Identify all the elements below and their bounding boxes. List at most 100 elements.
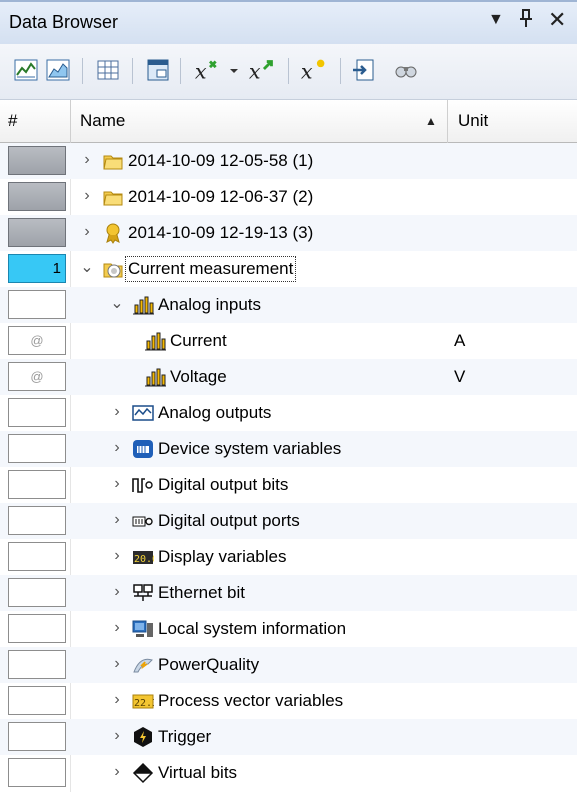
expand-chevron-icon[interactable]: › bbox=[110, 763, 124, 781]
tree-row[interactable]: › 22.3 Process vector variables bbox=[0, 683, 577, 719]
expand-chevron-icon[interactable]: › bbox=[80, 223, 94, 241]
row-number-cell[interactable] bbox=[8, 578, 66, 607]
row-number-cell[interactable] bbox=[8, 686, 66, 715]
row-number-cell[interactable] bbox=[8, 650, 66, 679]
tree-item-label[interactable]: Voltage bbox=[170, 367, 227, 387]
tree-row[interactable]: › Virtual bits bbox=[0, 755, 577, 791]
row-number-cell[interactable] bbox=[8, 434, 66, 463]
tree-row[interactable]: › 2014-10-09 12-06-37 (2) bbox=[0, 179, 577, 215]
toolbar-separator bbox=[288, 58, 289, 84]
tree-item-label[interactable]: Process vector variables bbox=[158, 691, 343, 711]
row-number-cell[interactable] bbox=[8, 614, 66, 643]
expand-chevron-icon[interactable]: › bbox=[110, 583, 124, 601]
column-number-header[interactable]: # bbox=[8, 111, 17, 131]
tree-row[interactable]: › Trigger bbox=[0, 719, 577, 755]
award-icon bbox=[102, 222, 124, 244]
unit-cell: A bbox=[454, 331, 466, 350]
tree-item-label[interactable]: Digital output ports bbox=[158, 511, 300, 531]
tree-item-label[interactable]: 2014-10-09 12-19-13 (3) bbox=[128, 223, 313, 243]
tree-item-label[interactable]: Current measurement bbox=[124, 256, 297, 282]
row-number-cell[interactable]: @ bbox=[8, 362, 66, 391]
computer-icon bbox=[132, 618, 154, 640]
trigger-icon bbox=[132, 726, 154, 748]
tree-row[interactable]: › Device system variables bbox=[0, 431, 577, 467]
tree-row[interactable]: › Digital output bits bbox=[0, 467, 577, 503]
row-number-cell[interactable] bbox=[8, 218, 66, 247]
row-number-cell[interactable]: @ bbox=[8, 326, 66, 355]
sort-ascending-icon: ▲ bbox=[425, 114, 437, 128]
display-window-icon[interactable] bbox=[144, 56, 172, 84]
tree-row[interactable]: › PowerQuality bbox=[0, 647, 577, 683]
tree-row[interactable]: @ Current A bbox=[0, 323, 577, 359]
expand-chevron-icon[interactable]: › bbox=[110, 547, 124, 565]
tree-row[interactable]: 1 ⌄ Current measurement bbox=[0, 251, 577, 287]
tree-row[interactable]: › 2014-10-09 12-19-13 (3) bbox=[0, 215, 577, 251]
row-number-cell[interactable] bbox=[8, 722, 66, 751]
tree-row[interactable]: › Digital output ports bbox=[0, 503, 577, 539]
tree-row[interactable]: › Analog outputs bbox=[0, 395, 577, 431]
add-formula-icon[interactable]: x bbox=[192, 56, 228, 84]
power-icon bbox=[132, 654, 154, 676]
line-chart-icon[interactable] bbox=[12, 56, 40, 84]
column-name-header[interactable]: Name bbox=[80, 111, 125, 131]
tree-row[interactable]: ⌄ Analog inputs bbox=[0, 287, 577, 323]
device-icon bbox=[132, 438, 154, 460]
tree-item-label[interactable]: Analog inputs bbox=[158, 295, 261, 315]
tree-item-label[interactable]: Virtual bits bbox=[158, 763, 237, 783]
tree-item-label[interactable]: Local system information bbox=[158, 619, 346, 639]
tree-row[interactable]: › Ethernet bit bbox=[0, 575, 577, 611]
tree-row[interactable]: › 2014-10-09 12-05-58 (1) bbox=[0, 143, 577, 179]
expand-chevron-icon[interactable]: › bbox=[110, 475, 124, 493]
expand-chevron-icon[interactable]: › bbox=[110, 439, 124, 457]
svg-text:22.3: 22.3 bbox=[134, 698, 154, 709]
expand-chevron-icon[interactable]: › bbox=[110, 691, 124, 709]
row-number-cell[interactable] bbox=[8, 542, 66, 571]
row-number-cell[interactable] bbox=[8, 146, 66, 175]
tree-item-label[interactable]: PowerQuality bbox=[158, 655, 259, 675]
row-number-cell[interactable] bbox=[8, 182, 66, 211]
expand-chevron-icon[interactable]: › bbox=[110, 727, 124, 745]
row-number-cell[interactable]: 1 bbox=[8, 254, 66, 283]
table-view-icon[interactable] bbox=[94, 56, 122, 84]
row-number-cell[interactable] bbox=[8, 398, 66, 427]
bar-chart-icon bbox=[144, 330, 166, 352]
expand-chevron-icon[interactable]: › bbox=[110, 511, 124, 529]
tree-item-label[interactable]: Device system variables bbox=[158, 439, 341, 459]
column-unit-header[interactable]: Unit bbox=[458, 111, 488, 131]
tree-item-label[interactable]: Display variables bbox=[158, 547, 287, 567]
tree-item-label[interactable]: 2014-10-09 12-05-58 (1) bbox=[128, 151, 313, 171]
expand-chevron-icon[interactable]: › bbox=[80, 151, 94, 169]
tree-row[interactable]: › Local system information bbox=[0, 611, 577, 647]
window-title: Data Browser bbox=[9, 12, 119, 32]
close-icon[interactable]: ✕ bbox=[548, 7, 566, 33]
export-icon[interactable] bbox=[350, 56, 378, 84]
pin-icon[interactable] bbox=[518, 8, 534, 34]
formula-dropdown-icon[interactable] bbox=[228, 56, 240, 84]
row-number-cell[interactable] bbox=[8, 470, 66, 499]
window-menu-dropdown-icon[interactable]: ▼ bbox=[488, 11, 504, 29]
row-number-cell[interactable] bbox=[8, 506, 66, 535]
tree-item-label[interactable]: Current bbox=[170, 331, 227, 351]
expand-chevron-icon[interactable]: › bbox=[80, 187, 94, 205]
tree-row[interactable]: @ Voltage V bbox=[0, 359, 577, 395]
formula-up-icon[interactable]: x bbox=[246, 56, 280, 84]
expand-chevron-icon[interactable]: › bbox=[110, 403, 124, 421]
area-chart-icon[interactable] bbox=[44, 56, 72, 84]
formula-new-icon[interactable]: x bbox=[298, 56, 332, 84]
tree-item-label[interactable]: Ethernet bit bbox=[158, 583, 245, 603]
collapse-chevron-icon[interactable]: ⌄ bbox=[110, 295, 124, 313]
tree-item-label[interactable]: Trigger bbox=[158, 727, 211, 747]
tree-row[interactable]: › 20.0 Display variables bbox=[0, 539, 577, 575]
measurement-folder-icon bbox=[102, 258, 124, 280]
row-number-cell[interactable] bbox=[8, 290, 66, 319]
row-number-cell[interactable] bbox=[8, 758, 66, 787]
expand-chevron-icon[interactable]: › bbox=[110, 655, 124, 673]
expand-chevron-icon[interactable]: › bbox=[110, 619, 124, 637]
binoculars-icon[interactable] bbox=[392, 56, 420, 84]
folder-icon bbox=[102, 150, 124, 172]
tree-item-label[interactable]: 2014-10-09 12-06-37 (2) bbox=[128, 187, 313, 207]
collapse-chevron-icon[interactable]: ⌄ bbox=[80, 259, 94, 277]
tree-item-label[interactable]: Digital output bits bbox=[158, 475, 288, 495]
tree-item-label[interactable]: Analog outputs bbox=[158, 403, 271, 423]
pulse-icon bbox=[132, 474, 154, 496]
